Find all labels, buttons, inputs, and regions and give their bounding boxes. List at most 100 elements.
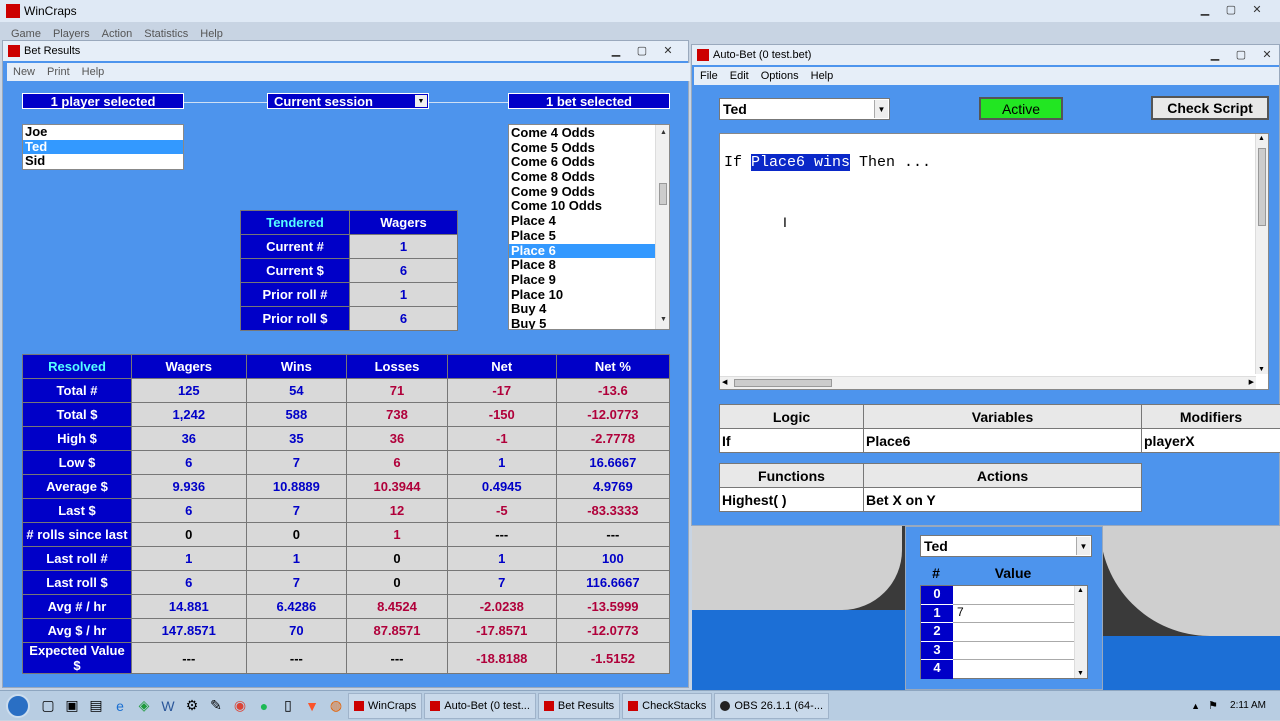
taskbar-item-obs[interactable]: OBS 26.1.1 (64-... [714, 693, 829, 719]
row-value[interactable] [953, 623, 1087, 642]
cell[interactable]: Highest( ) [720, 488, 864, 512]
explorer-icon[interactable]: ▢ [36, 694, 60, 718]
close-icon[interactable]: ✕ [655, 41, 681, 59]
scroll-left-icon[interactable]: ◀ [722, 378, 727, 386]
scroll-up-icon[interactable]: ▲ [658, 126, 667, 141]
brave-icon[interactable]: ▼ [300, 694, 324, 718]
list-item[interactable]: Buy 4 [509, 302, 669, 317]
list-item[interactable]: Come 8 Odds [509, 170, 669, 185]
chevron-down-icon[interactable]: ▼ [415, 95, 427, 107]
spotify-icon[interactable]: ● [252, 694, 276, 718]
list-item[interactable]: Place 8 [509, 258, 669, 273]
scrollbar-thumb[interactable] [734, 379, 832, 387]
maximize-icon[interactable]: ▢ [629, 41, 655, 59]
list-item[interactable]: Place 5 [509, 229, 669, 244]
maximize-icon[interactable]: ▢ [1228, 45, 1254, 63]
row-value[interactable] [953, 660, 1087, 679]
flag-icon[interactable]: ⚑ [1208, 699, 1218, 712]
list-item[interactable]: Sid [23, 154, 183, 169]
chrome-icon[interactable]: ◉ [228, 694, 252, 718]
media-icon[interactable]: ▣ [60, 694, 84, 718]
scroll-down-icon[interactable]: ▼ [1077, 670, 1084, 677]
tray-expand-icon[interactable]: ▲ [1191, 701, 1200, 711]
clock[interactable]: 2:11 AM [1230, 700, 1266, 711]
menu-file[interactable]: File [694, 70, 724, 82]
maximize-icon[interactable]: ▢ [1218, 0, 1244, 18]
script-line[interactable]: If Place6 wins Then ... [724, 154, 931, 171]
bets-scrollbar[interactable]: ▲ ▼ [655, 125, 669, 329]
list-item-selected[interactable]: Place 6 [509, 244, 655, 259]
check-script-button[interactable]: Check Script [1151, 96, 1269, 120]
list-item[interactable]: Come 9 Odds [509, 185, 669, 200]
menu-action[interactable]: Action [96, 28, 139, 40]
player-dropdown[interactable]: Ted ▼ [719, 98, 890, 120]
cell[interactable]: playerX [1142, 429, 1280, 453]
taskbar-item-bet-results[interactable]: Bet Results [538, 693, 620, 719]
pen-icon[interactable]: ✎ [204, 694, 228, 718]
menu-help[interactable]: Help [76, 66, 111, 78]
close-icon[interactable]: ✕ [1244, 0, 1270, 18]
network-icon[interactable]: ⚙ [180, 694, 204, 718]
list-item[interactable]: Buy 5 [509, 317, 669, 330]
cell[interactable]: Place6 [864, 429, 1142, 453]
list-item[interactable]: Come 6 Odds [509, 155, 669, 170]
menu-players[interactable]: Players [47, 28, 96, 40]
checkstacks-list[interactable]: 0 17 2 3 4 ▲ ▼ [920, 585, 1088, 679]
active-button[interactable]: Active [979, 97, 1063, 120]
bets-list[interactable]: Come 4 Odds Come 5 Odds Come 6 Odds Come… [508, 124, 670, 330]
scrollbar-thumb[interactable] [1258, 148, 1266, 226]
checkstacks-scrollbar[interactable]: ▲ ▼ [1074, 586, 1087, 678]
folder-icon[interactable]: ▤ [84, 694, 108, 718]
row-value[interactable] [953, 642, 1087, 661]
menu-new[interactable]: New [7, 66, 41, 78]
menu-help[interactable]: Help [194, 28, 229, 40]
menu-statistics[interactable]: Statistics [138, 28, 194, 40]
scroll-right-icon[interactable]: ▶ [1249, 378, 1254, 386]
chevron-down-icon[interactable]: ▼ [874, 100, 888, 118]
menu-help[interactable]: Help [805, 70, 840, 82]
list-item[interactable]: 2 [921, 623, 1087, 642]
scroll-down-icon[interactable]: ▼ [658, 313, 667, 328]
scrollbar-thumb[interactable] [659, 183, 667, 205]
edge-icon[interactable]: e [108, 694, 132, 718]
list-item[interactable]: 4 [921, 660, 1087, 679]
chevron-down-icon[interactable]: ▼ [1076, 537, 1090, 555]
word-icon[interactable]: W [156, 694, 180, 718]
session-dropdown[interactable]: Current session ▼ [267, 93, 429, 109]
minimize-icon[interactable]: ▁ [1202, 45, 1228, 63]
list-item-selected[interactable]: Ted [23, 140, 183, 155]
list-item[interactable]: Place 10 [509, 288, 669, 303]
list-item[interactable]: Come 10 Odds [509, 199, 669, 214]
taskbar-item-auto-bet[interactable]: Auto-Bet (0 test... [424, 693, 536, 719]
list-item[interactable]: Place 9 [509, 273, 669, 288]
scroll-down-icon[interactable]: ▼ [1258, 366, 1265, 373]
menu-game[interactable]: Game [5, 28, 47, 40]
menu-edit[interactable]: Edit [724, 70, 755, 82]
menu-options[interactable]: Options [755, 70, 805, 82]
list-item[interactable]: Place 4 [509, 214, 669, 229]
editor-vscrollbar[interactable]: ▲ ▼ [1255, 134, 1268, 374]
list-item[interactable]: 17 [921, 605, 1087, 624]
row-value[interactable] [953, 586, 1087, 605]
taskbar-item-checkstacks[interactable]: CheckStacks [622, 693, 712, 719]
list-item[interactable]: 0 [921, 586, 1087, 605]
list-item[interactable]: Come 4 Odds [509, 126, 669, 141]
menu-print[interactable]: Print [41, 66, 76, 78]
list-item[interactable]: 3 [921, 642, 1087, 661]
editor-hscrollbar[interactable]: ◀ ▶ [720, 376, 1256, 389]
start-button[interactable] [0, 691, 36, 721]
row-value[interactable]: 7 [953, 605, 1087, 624]
cell[interactable]: Bet X on Y [864, 488, 1142, 512]
players-list[interactable]: Joe Ted Sid [22, 124, 184, 170]
spreadsheet-icon[interactable]: ◈ [132, 694, 156, 718]
close-icon[interactable]: ✕ [1254, 45, 1280, 63]
scroll-up-icon[interactable]: ▲ [1077, 587, 1084, 594]
notepad-icon[interactable]: ▯ [276, 694, 300, 718]
scroll-up-icon[interactable]: ▲ [1258, 135, 1265, 142]
list-item[interactable]: Come 5 Odds [509, 141, 669, 156]
taskbar-item-wincraps[interactable]: WinCraps [348, 693, 422, 719]
checkstacks-player-dropdown[interactable]: Ted ▼ [920, 535, 1092, 557]
cell[interactable]: If [720, 429, 864, 453]
script-editor[interactable]: If Place6 wins Then ... I ▲ ▼ ◀ ▶ [719, 133, 1269, 390]
minimize-icon[interactable]: ▁ [603, 41, 629, 59]
